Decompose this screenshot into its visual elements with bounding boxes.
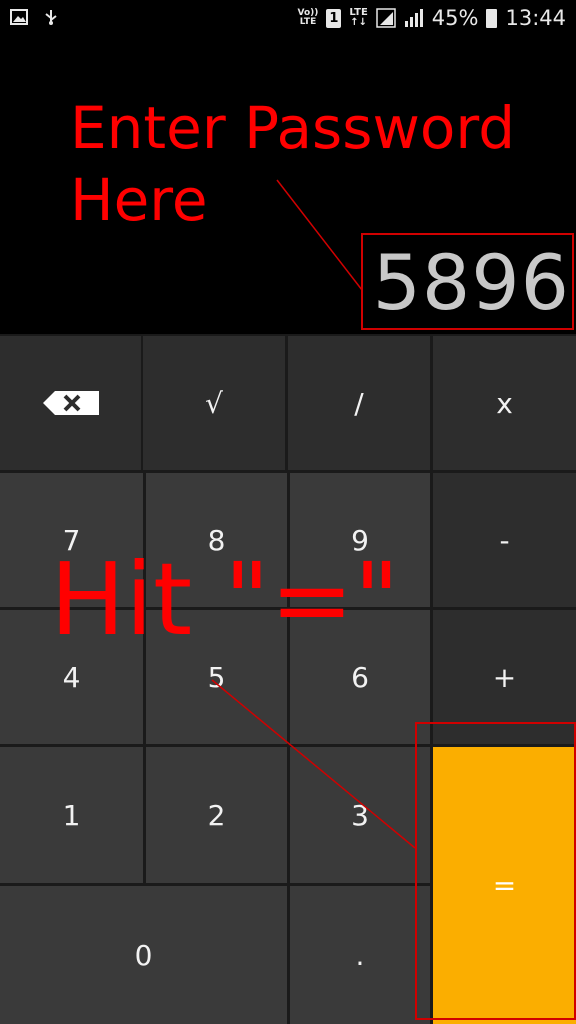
annotation-hit-equals: Hit "=" bbox=[50, 541, 400, 658]
annotation-here: Here bbox=[70, 166, 208, 234]
display-area: Enter Password Here 5896 bbox=[0, 38, 576, 334]
volte-indicator: Vo)) LTE bbox=[297, 8, 319, 27]
battery-percent: 45% bbox=[431, 6, 479, 30]
annotation-enter-password: Enter Password bbox=[70, 94, 516, 162]
lte-indicator: LTE ↑↓ bbox=[349, 7, 368, 28]
calculator-screen: Vo)) LTE 1 LTE ↑↓ 45% 13:44 Enter Passwo… bbox=[0, 0, 576, 1024]
key-3[interactable]: 3 bbox=[290, 747, 430, 883]
gallery-icon bbox=[10, 9, 28, 25]
multiply-button[interactable]: x bbox=[433, 336, 576, 470]
key-1[interactable]: 1 bbox=[0, 747, 143, 883]
equals-highlight-box bbox=[415, 722, 576, 1020]
minus-button[interactable]: - bbox=[433, 473, 576, 607]
key-0[interactable]: 0 bbox=[0, 886, 287, 1024]
key-2[interactable]: 2 bbox=[146, 747, 287, 883]
decimal-button[interactable]: . bbox=[290, 886, 430, 1024]
signal-icon bbox=[376, 8, 396, 28]
sim-badge: 1 bbox=[326, 8, 342, 28]
signal-strength-icon bbox=[404, 9, 423, 27]
clock: 13:44 bbox=[505, 6, 566, 30]
backspace-button[interactable] bbox=[0, 336, 141, 470]
sqrt-button[interactable]: √ bbox=[143, 336, 285, 470]
status-bar: Vo)) LTE 1 LTE ↑↓ 45% 13:44 bbox=[0, 0, 576, 38]
battery-icon bbox=[486, 8, 498, 28]
backspace-icon bbox=[42, 391, 99, 415]
display-value: 5896 bbox=[372, 238, 570, 327]
usb-icon bbox=[45, 10, 57, 25]
divide-button[interactable]: / bbox=[288, 336, 430, 470]
